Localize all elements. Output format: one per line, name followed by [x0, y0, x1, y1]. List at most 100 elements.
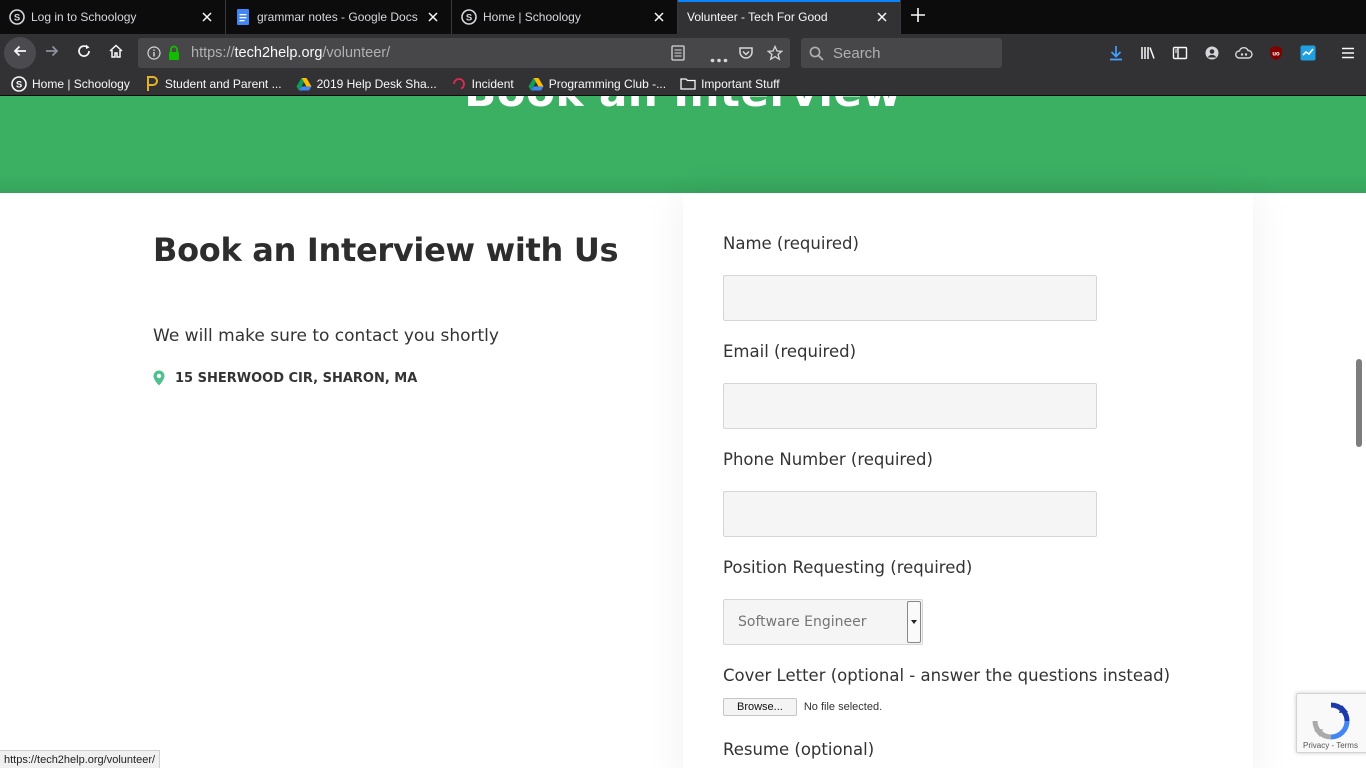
bookmark-programming-club[interactable]: Programming Club -...	[528, 76, 666, 92]
tab-title: Home | Schoology	[483, 10, 581, 24]
close-tab-icon[interactable]	[651, 9, 667, 25]
schoology-icon: S	[9, 9, 25, 25]
sidebar-icon[interactable]	[1164, 37, 1196, 69]
forward-button[interactable]	[36, 37, 68, 69]
more-actions-icon[interactable]	[710, 50, 728, 66]
name-input[interactable]	[723, 275, 1097, 321]
address-bar[interactable]: https://tech2help.org/volunteer/	[138, 38, 790, 68]
bookmark-label: 2019 Help Desk Sha...	[316, 76, 437, 91]
bookmark-label: Important Stuff	[701, 76, 780, 91]
bookmark-label: Student and Parent ...	[164, 76, 282, 91]
browse-button[interactable]: Browse...	[723, 698, 797, 716]
tab-strip: S Log in to Schoology grammar notes - Go…	[0, 0, 1366, 34]
tab-title: Volunteer - Tech For Good	[687, 10, 828, 24]
tab-title: Log in to Schoology	[31, 10, 137, 24]
account-icon[interactable]	[1196, 37, 1228, 69]
svg-text:uo: uo	[1272, 52, 1280, 58]
extension-square-icon[interactable]	[1292, 37, 1324, 69]
folder-icon	[680, 76, 696, 92]
home-button[interactable]	[100, 37, 132, 69]
phone-label: Phone Number (required)	[723, 450, 933, 469]
url-path: /volunteer/	[322, 45, 391, 61]
page-scrollbar[interactable]	[1356, 359, 1362, 447]
url-scheme: https://	[191, 45, 235, 61]
new-tab-button[interactable]	[901, 0, 935, 34]
tab-log-in-to-schoology[interactable]: S Log in to Schoology	[0, 0, 226, 34]
map-pin-icon	[153, 370, 165, 386]
info-icon[interactable]	[147, 46, 161, 63]
url-host: tech2help.org	[234, 45, 323, 61]
resume-label: Resume (optional)	[723, 740, 875, 759]
hero-banner: Book an Interview	[0, 96, 1366, 193]
bookmark-label: Programming Club -...	[548, 76, 667, 91]
download-icon[interactable]	[1100, 37, 1132, 69]
position-label: Position Requesting (required)	[723, 558, 973, 577]
email-label: Email (required)	[723, 342, 857, 361]
search-icon	[809, 46, 824, 61]
bookmark-label: Home | Schoology	[32, 76, 130, 91]
cover-letter-file-input: Browse... No file selected.	[723, 698, 882, 716]
extension-cloud-icon[interactable]	[1228, 37, 1260, 69]
tab-grammar-notes[interactable]: grammar notes - Google Docs	[226, 0, 452, 34]
bookmark-star-icon[interactable]	[766, 44, 784, 64]
schoology-icon: S	[461, 9, 477, 25]
back-button[interactable]	[4, 37, 36, 69]
phone-input[interactable]	[723, 491, 1097, 537]
url-text: https://tech2help.org/volunteer/	[191, 45, 390, 61]
name-label: Name (required)	[723, 234, 859, 253]
bookmark-incident[interactable]: Incident	[451, 76, 514, 92]
menu-icon[interactable]	[1332, 37, 1364, 69]
svg-text:S: S	[14, 13, 20, 24]
hero-shadow	[0, 174, 1366, 193]
dropdown-arrow-icon[interactable]	[907, 601, 921, 643]
search-bar[interactable]: Search	[801, 38, 1002, 68]
reader-view-icon[interactable]	[671, 45, 685, 64]
library-icon[interactable]	[1132, 37, 1164, 69]
close-tab-icon[interactable]	[199, 9, 215, 25]
section-heading: Book an Interview with Us	[153, 231, 619, 269]
bookmark-student-and-parent[interactable]: Student and Parent ...	[144, 75, 282, 92]
tab-home-schoology[interactable]: S Home | Schoology	[452, 0, 678, 34]
schoology-icon: S	[11, 75, 27, 92]
lock-icon	[167, 45, 181, 64]
google-docs-icon	[235, 9, 251, 25]
cover-letter-label: Cover Letter (optional - answer the ques…	[723, 666, 1171, 685]
bookmark-label: Incident	[471, 76, 514, 91]
position-select[interactable]: Software Engineer	[723, 599, 923, 645]
interview-form: Name (required) Email (required) Phone N…	[683, 193, 1253, 768]
svg-text:S: S	[16, 79, 22, 90]
recaptcha-badge[interactable]: Privacy - Terms	[1296, 693, 1366, 753]
tab-title: grammar notes - Google Docs	[257, 10, 418, 24]
reload-button[interactable]	[68, 37, 100, 69]
email-input[interactable]	[723, 383, 1097, 429]
bookmarks-toolbar: S Home | Schoology Student and Parent ..…	[0, 72, 1366, 96]
recaptcha-terms[interactable]: Privacy - Terms	[1303, 741, 1358, 750]
close-tab-icon[interactable]	[874, 9, 890, 25]
back-arrow-icon	[12, 43, 28, 64]
recaptcha-icon	[1312, 702, 1350, 745]
bookmark-important-stuff[interactable]: Important Stuff	[680, 76, 780, 92]
no-file-text: No file selected.	[803, 701, 883, 713]
incident-icon	[451, 76, 467, 92]
bookmark-2019-help-desk[interactable]: 2019 Help Desk Sha...	[296, 76, 437, 92]
address: 15 SHERWOOD CIR, SHARON, MA	[153, 370, 417, 386]
toolbar-icons: uo	[1100, 34, 1364, 72]
status-bar-url: https://tech2help.org/volunteer/	[0, 750, 161, 768]
plus-icon	[910, 7, 926, 28]
ublock-origin-icon[interactable]: uo	[1260, 37, 1292, 69]
google-drive-icon	[296, 76, 312, 92]
hero-title: Book an Interview	[0, 96, 1366, 116]
pearson-icon	[144, 75, 160, 92]
close-tab-icon[interactable]	[425, 9, 441, 25]
bookmark-home-schoology[interactable]: S Home | Schoology	[11, 75, 130, 92]
web-page: Book an Interview Book an Interview with…	[0, 96, 1366, 768]
position-selected-value: Software Engineer	[738, 614, 867, 630]
search-placeholder: Search	[833, 44, 881, 62]
forward-arrow-icon	[44, 43, 60, 64]
pocket-icon[interactable]	[738, 45, 754, 64]
svg-text:S: S	[466, 13, 472, 24]
tab-volunteer-tech-for-good[interactable]: Volunteer - Tech For Good	[678, 0, 901, 34]
section-subtext: We will make sure to contact you shortly	[153, 326, 499, 346]
reload-icon	[76, 43, 92, 64]
navigation-toolbar: https://tech2help.org/volunteer/ Search …	[0, 34, 1366, 72]
